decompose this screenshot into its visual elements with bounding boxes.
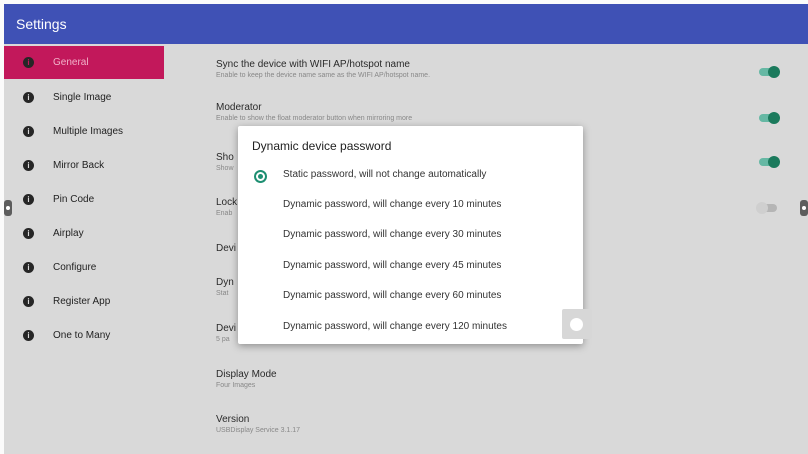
- sidebar-item-register-app[interactable]: i Register App: [4, 285, 164, 318]
- sidebar-item-general[interactable]: i General: [4, 46, 164, 79]
- info-icon: i: [23, 330, 34, 341]
- dialog-option-45-min[interactable]: Dynamic password, will change every 45 m…: [238, 252, 583, 282]
- setting-version: Version USBDisplay Service 3.1.17: [216, 414, 300, 434]
- setting-title: Lock: [216, 197, 238, 208]
- sidebar-item-label: Register App: [53, 296, 111, 307]
- info-icon: i: [23, 92, 34, 103]
- sidebar-item-label: Configure: [53, 262, 97, 273]
- toggle-knob: [756, 202, 768, 214]
- setting-subtitle: USBDisplay Service 3.1.17: [216, 427, 301, 434]
- info-icon: i: [23, 296, 34, 307]
- sidebar-item-label: General: [53, 57, 89, 68]
- info-icon: i: [23, 160, 34, 171]
- sidebar-item-single-image[interactable]: i Single Image: [4, 81, 164, 114]
- info-icon: i: [23, 262, 34, 273]
- setting-device-name[interactable]: Devi: [216, 243, 236, 254]
- setting-subtitle: Enable to keep the device name same as t…: [216, 72, 431, 79]
- sidebar-item-airplay[interactable]: i Airplay: [4, 217, 164, 250]
- dialog-option-10-min[interactable]: Dynamic password, will change every 10 m…: [238, 191, 583, 221]
- option-label: Dynamic password, will change every 45 m…: [283, 260, 502, 271]
- info-icon: i: [23, 228, 34, 239]
- info-icon: i: [23, 194, 34, 205]
- sidebar-item-multiple-images[interactable]: i Multiple Images: [4, 115, 164, 148]
- toggle-knob: [768, 66, 780, 78]
- sidebar: i General i Single Image i Multiple Imag…: [4, 44, 164, 454]
- option-label: Dynamic password, will change every 30 m…: [283, 229, 502, 240]
- setting-device-password[interactable]: Devi 5 pa: [216, 323, 236, 343]
- setting-display-mode[interactable]: Display Mode Four Images: [216, 369, 277, 389]
- setting-title: Display Mode: [216, 369, 277, 380]
- setting-sync-wifi-name[interactable]: Sync the device with WIFI AP/hotspot nam…: [216, 59, 430, 79]
- app-title: Settings: [16, 16, 67, 32]
- setting-title: Devi: [216, 243, 237, 254]
- setting-title: Version: [216, 414, 250, 425]
- toggle-knob: [768, 112, 780, 124]
- sidebar-item-configure[interactable]: i Configure: [4, 251, 164, 284]
- setting-subtitle: Stat: [216, 290, 229, 297]
- dialog-option-static[interactable]: Static password, will not change automat…: [238, 161, 583, 191]
- sidebar-item-label: Pin Code: [53, 194, 95, 205]
- setting-title: Sho: [216, 152, 234, 163]
- setting-title: Sync the device with WIFI AP/hotspot nam…: [216, 59, 410, 70]
- setting-lock[interactable]: Lock Enab: [216, 197, 237, 217]
- setting-dynamic-password[interactable]: Dyn Stat: [216, 277, 234, 297]
- option-label: Dynamic password, will change every 120 …: [283, 321, 507, 332]
- info-icon: i: [23, 57, 34, 68]
- dialog-option-60-min[interactable]: Dynamic password, will change every 60 m…: [238, 282, 583, 312]
- left-edge-handle[interactable]: [4, 200, 12, 216]
- sidebar-item-label: Single Image: [53, 92, 112, 103]
- setting-subtitle: Show: [216, 165, 234, 172]
- dialog-title: Dynamic device password: [252, 139, 392, 153]
- sidebar-item-label: Airplay: [53, 228, 84, 239]
- setting-subtitle: 5 pa: [216, 336, 230, 343]
- option-label: Dynamic password, will change every 60 m…: [283, 290, 502, 301]
- sidebar-item-label: Multiple Images: [53, 126, 124, 137]
- assistive-touch-button[interactable]: [562, 309, 592, 339]
- sync-wifi-toggle[interactable]: [759, 66, 780, 78]
- toggle-knob: [768, 156, 780, 168]
- sidebar-item-pin-code[interactable]: i Pin Code: [4, 183, 164, 216]
- radio-selected-icon[interactable]: [254, 170, 267, 183]
- dialog-option-30-min[interactable]: Dynamic password, will change every 30 m…: [238, 221, 583, 251]
- dynamic-password-dialog: Dynamic device password Static password,…: [238, 126, 592, 344]
- sidebar-item-label: Mirror Back: [53, 160, 105, 171]
- setting-title: Moderator: [216, 102, 262, 113]
- show-toggle[interactable]: [759, 156, 780, 168]
- option-label: Dynamic password, will change every 10 m…: [283, 199, 502, 210]
- app-bar: Settings: [4, 4, 808, 44]
- settings-app: Settings i General i Single Image i Mult…: [4, 4, 808, 454]
- sidebar-item-mirror-back[interactable]: i Mirror Back: [4, 149, 164, 182]
- setting-subtitle: Enable to show the float moderator butto…: [216, 115, 413, 122]
- setting-subtitle: Four Images: [216, 382, 256, 389]
- setting-moderator[interactable]: Moderator Enable to show the float moder…: [216, 102, 412, 122]
- setting-title: Dyn: [216, 277, 234, 288]
- sidebar-item-label: One to Many: [53, 330, 111, 341]
- right-edge-handle[interactable]: [800, 200, 808, 216]
- info-icon: i: [23, 126, 34, 137]
- option-label: Static password, will not change automat…: [283, 169, 487, 180]
- lock-toggle[interactable]: [756, 202, 777, 214]
- dialog-option-120-min[interactable]: Dynamic password, will change every 120 …: [238, 313, 583, 343]
- setting-show[interactable]: Sho Show: [216, 152, 234, 172]
- sidebar-item-one-to-many[interactable]: i One to Many: [4, 319, 164, 352]
- setting-subtitle: Enab: [216, 210, 233, 217]
- moderator-toggle[interactable]: [759, 112, 780, 124]
- setting-title: Devi: [216, 323, 237, 334]
